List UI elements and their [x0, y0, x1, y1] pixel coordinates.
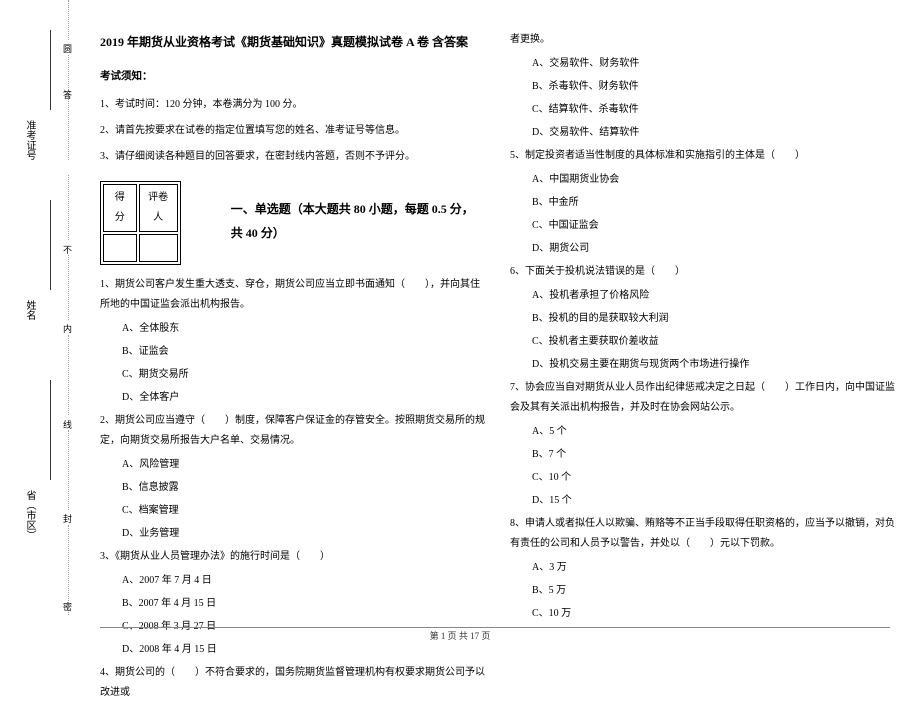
field-province-label: 省（市区） [22, 490, 37, 540]
q5-opt-c: C、中国证监会 [510, 216, 895, 236]
marker-secret: 密 [63, 600, 72, 613]
q4-opt-a: A、交易软件、财务软件 [510, 54, 895, 74]
q4-stem-p1: 4、期货公司的（ ）不符合要求的，国务院期货监督管理机构有权要求期货公司予以改进… [100, 663, 485, 703]
notice-heading: 考试须知： [100, 66, 485, 87]
q8-opt-a: A、3 万 [510, 558, 895, 578]
q8-opt-b: B、5 万 [510, 581, 895, 601]
q7-opt-b: B、7 个 [510, 445, 895, 465]
q7-stem: 7、协会应当自对期货从业人员作出纪律惩戒决定之日起（ ）工作日内，向中国证监会及… [510, 378, 895, 418]
notice-3: 3、请仔细阅读各种题目的回答要求，在密封线内答题，否则不予评分。 [100, 147, 485, 167]
marker-inside: 内 [63, 322, 72, 335]
notice-1: 1、考试时间：120 分钟，本卷满分为 100 分。 [100, 95, 485, 115]
q2-opt-a: A、风险管理 [100, 455, 485, 475]
field-ticket-line[interactable] [50, 30, 51, 110]
field-name-line[interactable] [50, 200, 51, 290]
section1-title: 一、单选题（本大题共 80 小题，每题 0.5 分，共 40 分） [231, 197, 485, 245]
right-column: 者更换。 A、交易软件、财务软件 B、杀毒软件、财务软件 C、结算软件、杀毒软件… [510, 30, 895, 610]
marker-circle: 圆 [63, 42, 72, 55]
q1-opt-a: A、全体股东 [100, 319, 485, 339]
q6-opt-a: A、投机者承担了价格风险 [510, 286, 895, 306]
q3-stem: 3、《期货从业人员管理办法》的施行时间是（ ） [100, 547, 485, 567]
q8-stem: 8、申请人或者拟任人以欺骗、贿赂等不正当手段取得任职资格的，应当予以撤销，对负有… [510, 514, 895, 554]
q2-stem: 2、期货公司应当遵守（ ）制度，保障客户保证金的存管安全。按照期货交易所的规定，… [100, 411, 485, 451]
q2-opt-d: D、业务管理 [100, 524, 485, 544]
q3-opt-b: B、2007 年 4 月 15 日 [100, 594, 485, 614]
q7-opt-d: D、15 个 [510, 491, 895, 511]
q1-stem: 1、期货公司客户发生重大透支、穿仓，期货公司应当立即书面通知（ ），并向其住所地… [100, 275, 485, 315]
q2-opt-b: B、信息披露 [100, 478, 485, 498]
score-table: 得分 评卷人 [100, 181, 181, 265]
q4-opt-c: C、结算软件、杀毒软件 [510, 100, 895, 120]
q6-stem: 6、下面关于投机说法错误的是（ ） [510, 262, 895, 282]
score-cell[interactable] [103, 234, 137, 262]
left-column: 2019 年期货从业资格考试《期货基础知识》真题模拟试卷 A 卷 含答案 考试须… [100, 30, 485, 610]
q1-opt-d: D、全体客户 [100, 388, 485, 408]
q4-stem-p2: 者更换。 [510, 30, 895, 50]
notice-2: 2、请首先按要求在试卷的指定位置填写您的姓名、准考证号等信息。 [100, 121, 485, 141]
q3-opt-a: A、2007 年 7 月 4 日 [100, 571, 485, 591]
footer-divider [100, 627, 890, 628]
field-ticket-label: 准考证号 [22, 120, 37, 160]
q5-stem: 5、制定投资者适当性制度的具体标准和实施指引的主体是（ ） [510, 146, 895, 166]
grader-cell[interactable] [139, 234, 178, 262]
q4-opt-b: B、杀毒软件、财务软件 [510, 77, 895, 97]
exam-title: 2019 年期货从业资格考试《期货基础知识》真题模拟试卷 A 卷 含答案 [100, 30, 485, 54]
score-header-score: 得分 [103, 184, 137, 232]
page-footer: 第 1 页 共 17 页 [0, 629, 920, 642]
q1-opt-c: C、期货交易所 [100, 365, 485, 385]
q8-opt-c: C、10 万 [510, 604, 895, 624]
q5-opt-d: D、期货公司 [510, 239, 895, 259]
q5-opt-a: A、中国期货业协会 [510, 170, 895, 190]
field-province-line[interactable] [50, 380, 51, 480]
marker-seal: 封 [63, 512, 72, 525]
field-name-label: 姓名 [22, 300, 37, 320]
q6-opt-b: B、投机的目的是获取较大利润 [510, 309, 895, 329]
q6-opt-c: C、投机者主要获取价差收益 [510, 332, 895, 352]
q6-opt-d: D、投机交易主要在期货与现货两个市场进行操作 [510, 355, 895, 375]
marker-answer: 答 [63, 88, 72, 101]
q2-opt-c: C、档案管理 [100, 501, 485, 521]
q4-opt-d: D、交易软件、结算软件 [510, 123, 895, 143]
q1-opt-b: B、证监会 [100, 342, 485, 362]
q7-opt-a: A、5 个 [510, 422, 895, 442]
q3-opt-d: D、2008 年 4 月 15 日 [100, 640, 485, 660]
q5-opt-b: B、中金所 [510, 193, 895, 213]
q7-opt-c: C、10 个 [510, 468, 895, 488]
score-header-grader: 评卷人 [139, 184, 178, 232]
